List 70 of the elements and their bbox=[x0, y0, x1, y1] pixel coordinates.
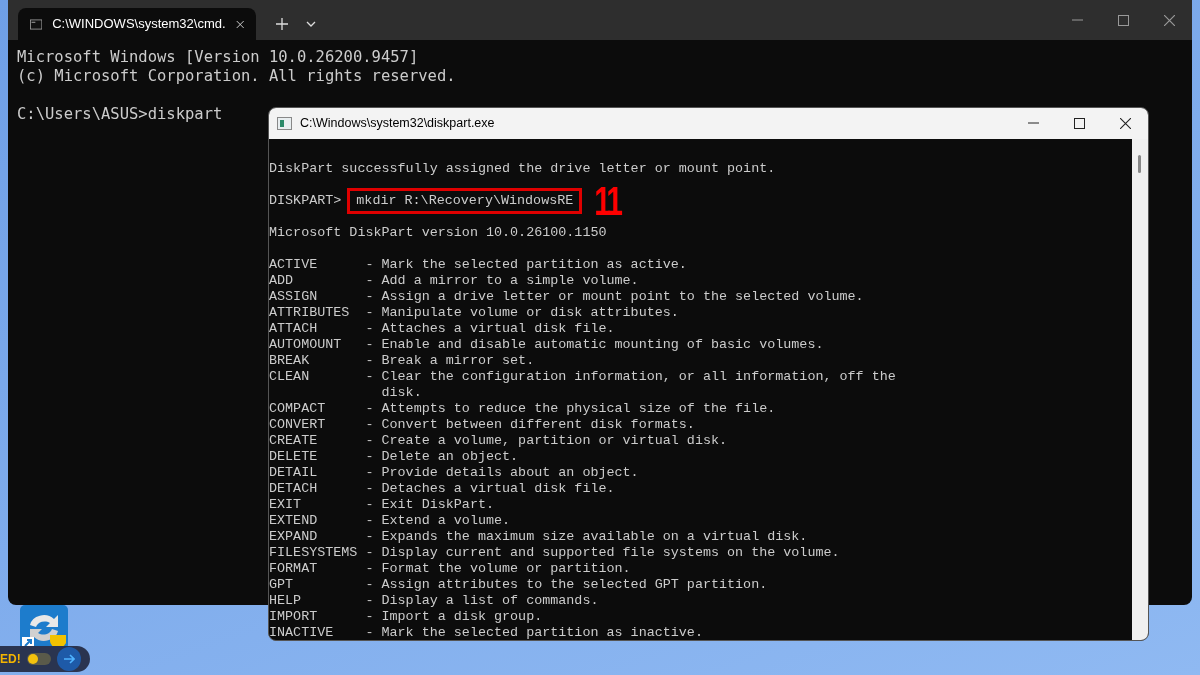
command-description: - Display a list of commands. bbox=[365, 593, 599, 608]
window-title: C:\Windows\system32\diskpart.exe bbox=[300, 115, 496, 133]
close-icon[interactable] bbox=[1119, 118, 1131, 129]
next-button[interactable] bbox=[56, 647, 81, 671]
terminal-icon bbox=[30, 17, 43, 31]
console-line: Microsoft Windows [Version 10.0.26200.9457] bbox=[17, 48, 419, 67]
command-description: - Add a mirror to a simple volume. bbox=[365, 273, 639, 288]
command-name: ACTIVE bbox=[269, 257, 319, 273]
toggle-switch[interactable] bbox=[26, 653, 51, 665]
chevron-down-icon[interactable] bbox=[306, 21, 316, 27]
command-description: - Provide details about an object. bbox=[365, 465, 639, 480]
command-name: ATTRIBUTES bbox=[269, 305, 351, 321]
tab-title: C:\WINDOWS\system32\cmd. bbox=[52, 15, 226, 34]
command-name: DELETE bbox=[269, 449, 319, 465]
command-name: FORMAT bbox=[269, 561, 319, 577]
command-name: EXIT bbox=[269, 497, 303, 513]
console-line: C:\Users\ASUS>diskpart bbox=[17, 105, 223, 124]
command-description: - Display current and supported file systems on the volume. bbox=[365, 545, 840, 560]
close-icon[interactable] bbox=[235, 18, 244, 30]
command-description: - Manipulate volume or disk attributes. bbox=[365, 305, 679, 320]
command-name: HELP bbox=[269, 593, 303, 609]
prompt-text: DISKPART> bbox=[269, 193, 342, 209]
command-description: - Delete an object. bbox=[365, 449, 519, 464]
scrollbar[interactable] bbox=[1132, 139, 1148, 640]
command-name: ASSIGN bbox=[269, 289, 319, 305]
command-description: - Mark the selected partition as active. bbox=[365, 257, 687, 272]
command-name: ADD bbox=[269, 273, 295, 289]
command-description: - Exit DiskPart. bbox=[365, 497, 494, 512]
terminal-tab[interactable]: C:\WINDOWS\system32\cmd. bbox=[18, 8, 256, 40]
command-name: DETACH bbox=[269, 481, 319, 497]
command-description: - Clear the configuration information, or all information, off the bbox=[365, 369, 896, 384]
command-description: - Enable and disable automatic mounting of basic volumes. bbox=[365, 337, 824, 352]
command-name: FILESYSTEMS bbox=[269, 545, 359, 561]
command-description: - Create a volume, partition or virtual disk. bbox=[365, 433, 728, 448]
command-description: disk. bbox=[380, 385, 422, 400]
highlighted-command: mkdir R:\Recovery\WindowsRE bbox=[347, 188, 583, 214]
command-description: - Import a disk group. bbox=[365, 609, 543, 624]
command-name: CONVERT bbox=[269, 417, 327, 433]
command-description: - Attaches a virtual disk file. bbox=[365, 321, 615, 336]
command-description: - Convert between different disk formats. bbox=[365, 417, 695, 432]
command-name: GPT bbox=[269, 577, 295, 593]
console-icon bbox=[277, 117, 292, 130]
command-description: - Assign a drive letter or mount point to the selected volume. bbox=[365, 289, 864, 304]
notification-text: ED! bbox=[0, 651, 21, 668]
command-name: EXTEND bbox=[269, 513, 319, 529]
command-description: - Extend a volume. bbox=[365, 513, 511, 528]
plus-icon[interactable] bbox=[276, 18, 288, 30]
command-name: ATTACH bbox=[269, 321, 319, 337]
arrow-right-icon bbox=[62, 653, 75, 665]
command-name: BREAK bbox=[269, 353, 311, 369]
command-name: CREATE bbox=[269, 433, 319, 449]
command-description: - Assign attributes to the selected GPT partition. bbox=[365, 577, 768, 592]
command-name: DETAIL bbox=[269, 465, 319, 481]
scrollbar-thumb[interactable] bbox=[1138, 155, 1141, 173]
command-name: INACTIVE bbox=[269, 625, 335, 640]
command-description: - Break a mirror set. bbox=[365, 353, 535, 368]
command-name: COMPACT bbox=[269, 401, 327, 417]
command-description: - Expands the maximum size available on a virtual disk. bbox=[365, 529, 808, 544]
command-description: - Detaches a virtual disk file. bbox=[365, 481, 615, 496]
console-line: DiskPart successfully assigned the drive letter or mount point. bbox=[269, 161, 776, 177]
maximize-icon[interactable] bbox=[1073, 118, 1085, 129]
command-description: - Attempts to reduce the physical size of the file. bbox=[365, 401, 776, 416]
command-name: CLEAN bbox=[269, 369, 311, 385]
command-name: IMPORT bbox=[269, 609, 319, 625]
console-line: Microsoft DiskPart version 10.0.26100.1150 bbox=[269, 225, 607, 241]
command-name: EXPAND bbox=[269, 529, 319, 545]
command-description: - Format the volume or partition. bbox=[365, 561, 631, 576]
console-line: (c) Microsoft Corporation. All rights reserved. bbox=[17, 67, 456, 86]
command-description: - Mark the selected partition as inactive. bbox=[365, 625, 703, 640]
command-name: AUTOMOUNT bbox=[269, 337, 343, 353]
